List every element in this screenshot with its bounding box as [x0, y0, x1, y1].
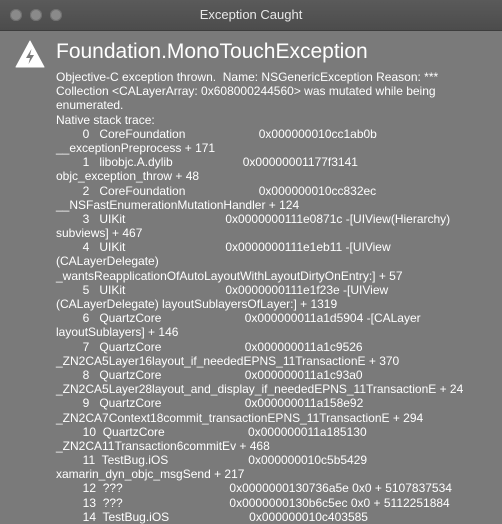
message-line: subviews] + 467: [56, 226, 143, 241]
message-line: 2 CoreFoundation 0x000000010cc832ec: [56, 183, 377, 198]
message-line: _ZN2CA11Transaction6commitEv + 468: [56, 438, 270, 453]
message-line: 0 CoreFoundation 0x000000010cc1ab0b: [56, 126, 377, 141]
message-line: (CALayerDelegate): [56, 254, 159, 269]
message-line: 7 QuartzCore 0x000000011a1c9526: [56, 339, 363, 354]
warning-icon: [15, 40, 45, 68]
message-line: 8 QuartzCore 0x000000011a1c93a0: [56, 367, 363, 382]
message-line: 3 UIKit 0x0000000111e0871c -[UIView(Hier…: [56, 211, 451, 226]
window-title: Exception Caught: [199, 7, 303, 22]
message-line: Native stack trace:: [56, 112, 155, 127]
message-line: 10 QuartzCore 0x000000011a185130: [56, 424, 367, 439]
message-line: objc_exception_throw + 48: [56, 169, 200, 184]
message-line: 5 UIKit 0x0000000111e1f23e -[UIView: [56, 282, 389, 297]
message-line: Objective-C exception thrown. Name: NSGe…: [56, 70, 439, 84]
exception-heading: Foundation.MonoTouchException: [56, 40, 368, 63]
message-line: Collection <CALayerArray: 0x608000244560…: [56, 84, 436, 99]
message-line: _ZN2CA5Layer28layout_and_display_if_need…: [56, 382, 464, 397]
message-line: _ZN2CA7Context18commit_transactionEPNS_1…: [56, 410, 424, 425]
message-line: enumerated.: [56, 98, 124, 113]
message-line: _ZN2CA5Layer16layout_if_neededEPNS_11Tra…: [56, 353, 400, 368]
message-line: xamarin_dyn_objc_msgSend + 217: [56, 467, 245, 482]
message-line: __exceptionPreprocess + 171: [56, 140, 216, 155]
message-line: (CALayerDelegate) layoutSublayersOfLayer…: [56, 297, 338, 311]
message-line: 12 ??? 0x0000000130736a5e 0x0 + 51078375…: [56, 481, 452, 496]
exception-message: Objective-C exception thrown. Name: NSGe…: [56, 70, 496, 524]
exception-window: Exception Caught Foundation.MonoTouchExc…: [0, 0, 502, 524]
message-line: 11 TestBug.iOS 0x000000010c5b5429: [56, 453, 368, 468]
message-line: 13 ??? 0x0000000130b6c5ec 0x0 + 51122518…: [56, 495, 450, 510]
message-line: layoutSublayers] + 146: [56, 325, 179, 340]
message-line: 14 TestBug.iOS 0x000000010c403585: [56, 509, 368, 524]
message-line: __NSFastEnumerationMutationHandler + 124: [56, 197, 300, 212]
message-line: 1 libobjc.A.dylib 0x00000001177f3141: [56, 155, 358, 170]
message-line: 9 QuartzCore 0x000000011a158e92: [56, 396, 364, 411]
message-line: 6 QuartzCore 0x000000011a1d5904 -[CALaye…: [56, 311, 421, 326]
message-line: _wantsReapplicationOfAutoLayoutWithLayou…: [56, 268, 403, 283]
titlebar: Exception Caught: [0, 0, 502, 31]
message-line: 4 UIKit 0x0000000111e1eb11 -[UIView: [56, 240, 391, 255]
